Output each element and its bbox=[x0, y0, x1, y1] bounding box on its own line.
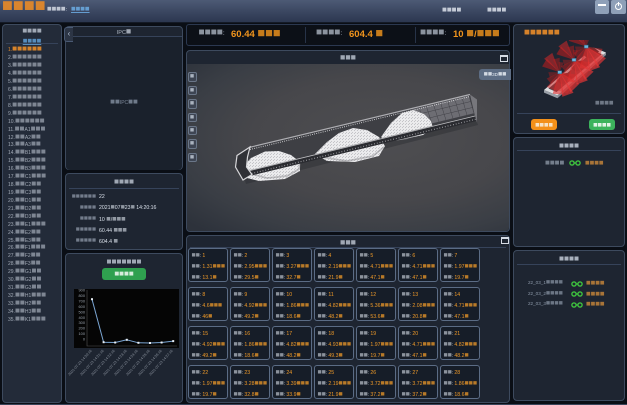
svg-text:700: 700 bbox=[79, 298, 86, 303]
svg-text:300: 300 bbox=[79, 320, 86, 325]
svg-text:200: 200 bbox=[79, 326, 86, 331]
svg-text:400: 400 bbox=[79, 315, 86, 320]
svg-text:800: 800 bbox=[79, 293, 86, 298]
svg-text:900: 900 bbox=[79, 288, 86, 293]
svg-text:600: 600 bbox=[79, 304, 86, 309]
svg-text:100: 100 bbox=[79, 331, 86, 336]
svg-text:500: 500 bbox=[79, 309, 86, 314]
